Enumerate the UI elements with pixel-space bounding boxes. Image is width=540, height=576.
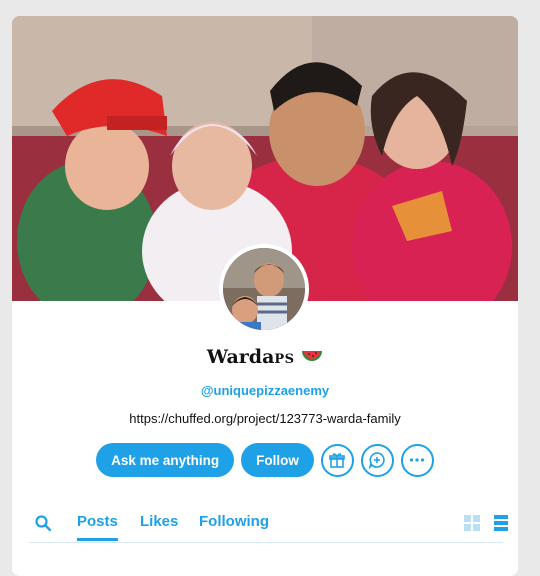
blog-name-suffix: PS — [274, 352, 295, 367]
blog-handle[interactable]: @uniquepizzaenemy — [12, 383, 518, 398]
blog-url[interactable]: https://chuffed.org/project/123773-warda… — [12, 411, 518, 426]
follow-button[interactable]: Follow — [241, 443, 314, 477]
message-plus-icon — [369, 452, 386, 469]
list-view-icon[interactable] — [494, 515, 508, 531]
ask-me-anything-button[interactable]: Ask me anything — [96, 443, 235, 477]
tab-posts[interactable]: Posts — [77, 513, 118, 541]
more-options-button[interactable] — [400, 443, 434, 477]
tab-bar: Posts Likes Following — [29, 506, 508, 543]
tab-following[interactable]: Following — [199, 513, 269, 530]
action-bar: Ask me anything Follow — [12, 442, 518, 478]
watermelon-icon — [302, 351, 323, 361]
more-icon — [410, 458, 425, 462]
grid-view-icon[interactable] — [464, 515, 480, 531]
blog-name: WardaPS — [12, 346, 518, 368]
avatar-photo — [223, 248, 305, 330]
blog-card: WardaPS @uniquepizzaenemy https://chuffe… — [12, 16, 518, 576]
search-icon[interactable] — [35, 515, 51, 531]
avatar[interactable] — [219, 244, 309, 334]
message-button[interactable] — [360, 443, 394, 477]
gift-icon — [329, 453, 346, 468]
blog-name-text: Warda — [206, 346, 275, 368]
tab-likes[interactable]: Likes — [140, 513, 178, 530]
gift-button[interactable] — [320, 443, 354, 477]
